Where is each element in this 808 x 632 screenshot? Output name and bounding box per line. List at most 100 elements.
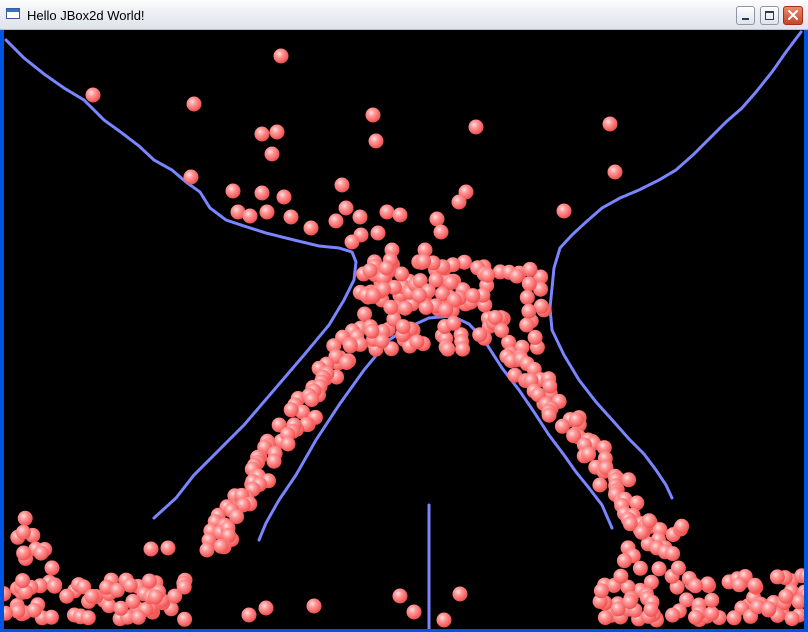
ball (451, 194, 467, 210)
ball (364, 323, 380, 339)
ball (593, 583, 609, 599)
ball (280, 436, 296, 452)
ball (784, 611, 800, 627)
ball (409, 334, 425, 350)
ball (607, 164, 623, 180)
ball (338, 200, 354, 216)
ball (306, 598, 322, 614)
ball (199, 542, 215, 558)
ball (616, 553, 632, 569)
ball (17, 510, 33, 526)
ball (394, 266, 410, 282)
ball (509, 268, 525, 284)
ball (411, 287, 427, 303)
ball (328, 213, 344, 229)
ball (241, 607, 257, 623)
ball (143, 541, 159, 557)
ball (452, 586, 468, 602)
ball (266, 453, 282, 469)
ball (704, 592, 720, 608)
ball (468, 119, 484, 135)
ball (480, 267, 496, 283)
ball (541, 407, 557, 423)
ball (59, 588, 75, 604)
ball (687, 578, 703, 594)
ball (273, 48, 289, 64)
ball (383, 299, 399, 315)
ball (440, 341, 456, 357)
ball (379, 260, 394, 276)
maximize-button[interactable] (760, 6, 779, 25)
ball (395, 319, 411, 335)
ball (522, 261, 538, 277)
ball (438, 302, 454, 318)
ball (352, 209, 368, 225)
ball (446, 315, 462, 331)
ball (688, 609, 703, 625)
ball (747, 577, 763, 593)
ball (370, 225, 386, 241)
ball (494, 322, 510, 338)
ball (674, 518, 690, 534)
ball (176, 579, 192, 595)
ball (622, 594, 638, 610)
ball (276, 189, 292, 205)
window-title: Hello JBox2d World! (27, 8, 145, 23)
ball (183, 169, 199, 185)
ball (643, 602, 659, 617)
ball (416, 253, 432, 269)
ball (487, 310, 503, 325)
ball (519, 317, 535, 333)
ball (339, 355, 354, 370)
ball (581, 446, 597, 462)
ball (436, 612, 452, 628)
ball (602, 116, 618, 132)
ball (368, 133, 384, 149)
ground-line (548, 30, 803, 500)
ball (704, 606, 720, 621)
ball (254, 126, 270, 142)
ball (122, 577, 138, 593)
window-icon (6, 8, 20, 19)
ball (392, 207, 408, 223)
physics-canvas[interactable] (4, 30, 804, 629)
ball (264, 146, 280, 162)
ball (406, 604, 422, 620)
ball (109, 582, 125, 598)
ball (519, 289, 535, 305)
ball (465, 288, 481, 304)
ball (592, 477, 608, 493)
ball (556, 203, 572, 219)
ball (259, 204, 275, 220)
ball (365, 287, 381, 303)
ball (521, 303, 537, 319)
ball (33, 545, 49, 561)
minimize-button[interactable] (736, 6, 755, 25)
application-window: Hello JBox2d World! (0, 0, 808, 632)
ball (213, 538, 229, 554)
ball (303, 220, 319, 236)
ball (392, 588, 408, 604)
ball (670, 560, 686, 576)
ball (455, 341, 471, 357)
ground-line (4, 38, 358, 520)
ball (731, 577, 747, 593)
ball (634, 524, 650, 540)
ball (304, 392, 320, 408)
ball (761, 601, 777, 617)
ball (26, 602, 42, 618)
ball (778, 588, 794, 604)
ball (334, 177, 350, 193)
ball (43, 609, 59, 625)
ball (80, 610, 96, 626)
ball (148, 589, 163, 605)
ball (269, 124, 285, 140)
close-button[interactable] (783, 6, 803, 25)
title-bar[interactable]: Hello JBox2d World! (0, 0, 808, 30)
close-icon (788, 10, 798, 20)
ball (613, 568, 629, 584)
ball (726, 610, 742, 626)
ball (84, 588, 100, 604)
ball (130, 609, 146, 625)
ball (283, 402, 299, 418)
